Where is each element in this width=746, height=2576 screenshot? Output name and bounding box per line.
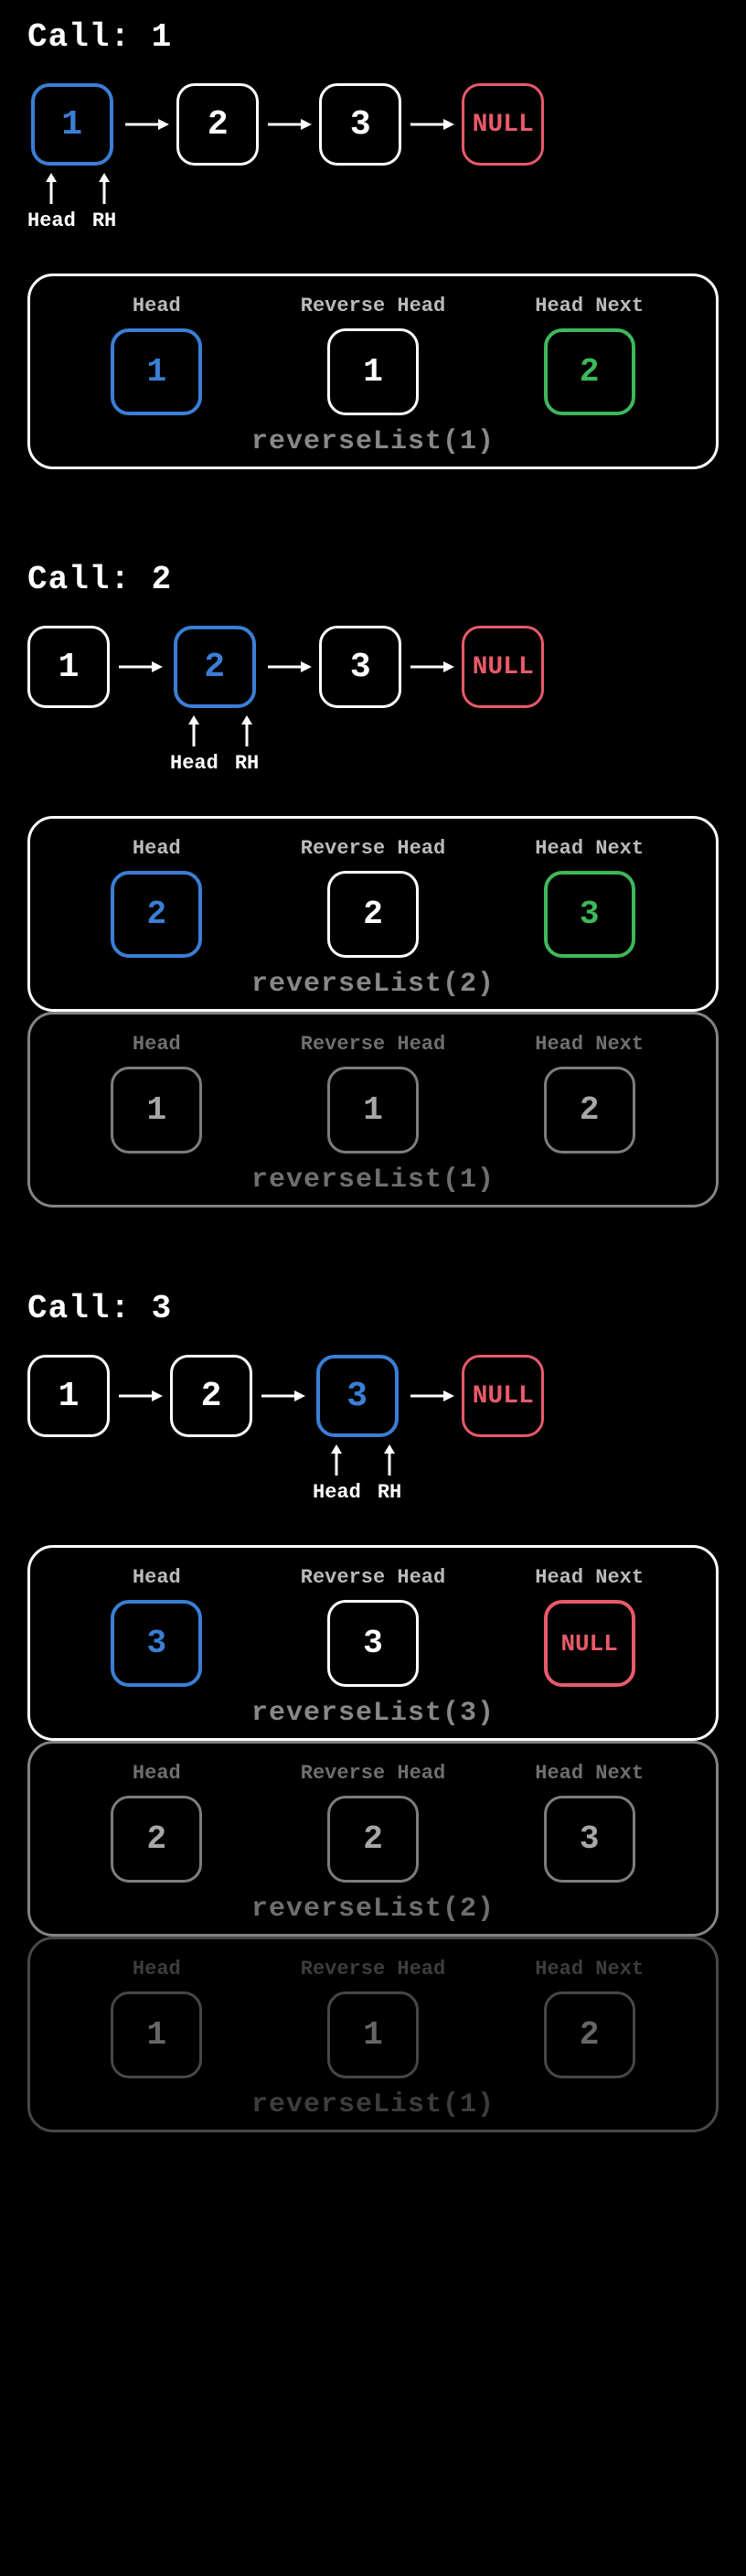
var-box: 1 (111, 1991, 202, 2078)
var-label: Reverse Head (301, 1958, 445, 1980)
call-title: Call: 3 (27, 1290, 719, 1327)
call-stack: Head 2 Reverse Head 2 Head Next 3 reverseLi… (27, 816, 719, 1208)
list-node-null: NULL (462, 626, 544, 708)
list-node: 3 (316, 1355, 399, 1437)
var-label: Head (133, 837, 181, 860)
var-label: Reverse Head (301, 1762, 445, 1785)
arrow-icon (259, 83, 319, 166)
list-node: 1 (27, 1355, 110, 1437)
var-label: Head (133, 1033, 181, 1056)
stack-frame: Head 3 Reverse Head 3 Head Next NULL revers… (27, 1545, 719, 1741)
head-pointer: Head (27, 173, 76, 237)
frame-function: reverseList(1) (58, 2089, 688, 2120)
list-node: 1 (27, 626, 110, 708)
pointer-label: RH (378, 1481, 401, 1504)
var-label: Reverse Head (301, 1566, 445, 1589)
var-box: 2 (327, 1796, 419, 1883)
stack-frame: Head 1 Reverse Head 1 Head Next 2 reverseLi… (27, 274, 719, 469)
call-section-3: Call: 3 1 2 3 Head RH NULL Head 3 (0, 1272, 746, 2151)
frame-function: reverseList(1) (58, 426, 688, 457)
call-section-1: Call: 1 1 Head RH 2 3 NULL Head 1 (0, 0, 746, 488)
var-box: 3 (544, 1796, 635, 1883)
list-node: 2 (170, 1355, 252, 1437)
call-stack: Head 1 Reverse Head 1 Head Next 2 reverseLi… (27, 274, 719, 469)
var-box: 2 (544, 1067, 635, 1154)
var-label: Reverse Head (301, 295, 445, 317)
arrow-icon (110, 626, 170, 708)
pointer-label: Head (170, 752, 218, 775)
arrow-icon (401, 1355, 462, 1437)
var-label: Head Next (535, 1033, 644, 1056)
var-label: Reverse Head (301, 1033, 445, 1056)
var-label: Head Next (535, 837, 644, 860)
pointer-label: RH (235, 752, 259, 775)
stack-frame: Head 2 Reverse Head 2 Head Next 3 reverseLi… (27, 1741, 719, 1937)
var-box: 1 (327, 1991, 419, 2078)
stack-frame: Head 2 Reverse Head 2 Head Next 3 reverseLi… (27, 816, 719, 1012)
stack-frame: Head 1 Reverse Head 1 Head Next 2 reverseLi… (27, 1012, 719, 1208)
rh-pointer: RH (378, 1444, 401, 1508)
var-box: 1 (111, 1067, 202, 1154)
var-box: 2 (111, 1796, 202, 1883)
pointer-label: Head (27, 209, 76, 232)
list-node: 2 (176, 83, 259, 166)
var-box: 3 (111, 1600, 202, 1687)
var-box: 1 (327, 1067, 419, 1154)
var-box: 1 (111, 328, 202, 415)
call-title: Call: 2 (27, 561, 719, 598)
list-node-null: NULL (462, 1355, 544, 1437)
linked-list: 1 Head RH 2 3 NULL (27, 83, 719, 237)
call-stack: Head 3 Reverse Head 3 Head Next NULL revers… (27, 1545, 719, 2132)
var-label: Head Next (535, 1566, 644, 1589)
list-node: 3 (319, 83, 401, 166)
var-box: 2 (544, 1991, 635, 2078)
var-box: 2 (111, 871, 202, 958)
head-pointer: Head (170, 715, 218, 779)
pointer-label: RH (92, 209, 116, 232)
frame-function: reverseList(3) (58, 1698, 688, 1729)
arrow-icon (252, 1355, 313, 1437)
call-title: Call: 1 (27, 18, 719, 56)
var-box: 3 (544, 871, 635, 958)
linked-list: 1 2 Head RH 3 NULL (27, 626, 719, 779)
var-box: NULL (544, 1600, 635, 1687)
var-box: 3 (327, 1600, 419, 1687)
var-box: 2 (327, 871, 419, 958)
var-label: Head Next (535, 295, 644, 317)
frame-function: reverseList(2) (58, 969, 688, 1000)
var-box: 1 (327, 328, 419, 415)
stack-frame: Head 1 Reverse Head 1 Head Next 2 reverseLi… (27, 1937, 719, 2132)
list-node: 1 (31, 83, 113, 166)
head-pointer: Head (313, 1444, 361, 1508)
rh-pointer: RH (92, 173, 116, 237)
list-node-null: NULL (462, 83, 544, 166)
linked-list: 1 2 3 Head RH NULL (27, 1355, 719, 1508)
var-label: Head Next (535, 1762, 644, 1785)
var-label: Head (133, 295, 181, 317)
var-label: Head (133, 1958, 181, 1980)
var-label: Head (133, 1762, 181, 1785)
arrow-icon (401, 83, 462, 166)
rh-pointer: RH (235, 715, 259, 779)
arrow-icon (110, 1355, 170, 1437)
list-node: 2 (174, 626, 256, 708)
var-label: Head Next (535, 1958, 644, 1980)
call-section-2: Call: 2 1 2 Head RH 3 NULL Head 2 (0, 542, 746, 1226)
var-label: Head (133, 1566, 181, 1589)
pointer-label: Head (313, 1481, 361, 1504)
arrow-icon (259, 626, 319, 708)
frame-function: reverseList(1) (58, 1165, 688, 1196)
list-node: 3 (319, 626, 401, 708)
var-box: 2 (544, 328, 635, 415)
var-label: Reverse Head (301, 837, 445, 860)
frame-function: reverseList(2) (58, 1894, 688, 1925)
arrow-icon (116, 83, 176, 166)
arrow-icon (401, 626, 462, 708)
